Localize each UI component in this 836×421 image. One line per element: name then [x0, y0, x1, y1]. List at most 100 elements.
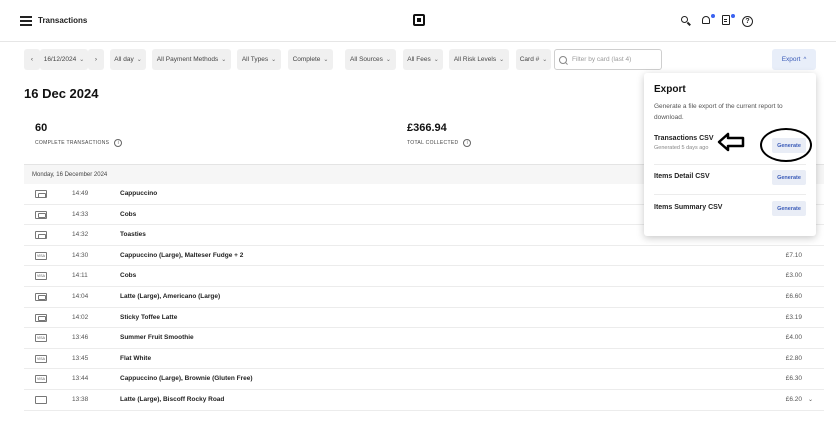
chevron-down-icon: ⌄ [136, 57, 142, 63]
chevron-down-icon: ⌄ [542, 57, 548, 63]
transaction-items: Cobs [120, 272, 137, 280]
transaction-time: 14:32 [72, 231, 89, 239]
transaction-items: Cobs [120, 210, 137, 218]
info-icon[interactable]: i [114, 139, 123, 147]
export-button[interactable]: Export ^ [772, 49, 816, 70]
transaction-amount: £6.60 [785, 292, 802, 300]
table-row[interactable]: 14:02 Sticky Toffee Latte £3.19 [24, 308, 824, 329]
chevron-down-icon: ⌄ [221, 57, 227, 63]
contactless-card-icon [35, 210, 47, 219]
transaction-amount: £6.20 [785, 395, 802, 403]
transaction-time: 14:30 [72, 251, 89, 259]
card-filter[interactable]: Card # ⌄ [516, 49, 551, 70]
total-collected-value: £366.94 [407, 122, 447, 134]
table-row[interactable]: VISA 13:45 Flat White £2.80 [24, 349, 824, 370]
transaction-amount: £6.30 [785, 375, 802, 383]
contactless-card-icon [35, 292, 47, 301]
transaction-time: 13:44 [72, 375, 89, 383]
chevron-up-icon: ^ [803, 56, 807, 63]
visa-card-icon: VISA [35, 334, 47, 343]
chevron-down-icon: ⌄ [323, 57, 329, 63]
contactless-card-icon [35, 190, 47, 198]
transaction-items: Summer Fruit Smoothie [120, 334, 194, 342]
table-row[interactable]: VISA 14:11 Cobs £3.00 [24, 266, 824, 287]
transaction-items: Cappuccino [120, 190, 158, 197]
transaction-amount: £4.00 [785, 334, 802, 342]
contactless-card-icon [35, 231, 47, 240]
table-row[interactable]: VISA 13:46 Summer Fruit Smoothie £4.00 [24, 328, 824, 349]
visa-card-icon: VISA [35, 251, 47, 260]
prev-day-button[interactable]: ‹ [24, 49, 40, 70]
table-row[interactable]: VISA 13:44 Cappuccino (Large), Brownie (Gl… [24, 369, 824, 390]
transaction-time: 14:33 [72, 210, 89, 218]
export-panel-description: Generate a file export of the current re… [654, 103, 783, 121]
transaction-time: 13:38 [72, 395, 89, 403]
fee-filter[interactable]: All Fees ⌄ [403, 49, 443, 70]
annotation-circle [760, 128, 812, 162]
transaction-time: 13:46 [72, 334, 89, 342]
chevron-down-icon: ⌄ [433, 57, 439, 63]
clipboard-icon[interactable] [720, 14, 735, 28]
help-icon[interactable]: ? [742, 16, 753, 27]
notification-dot [731, 14, 735, 18]
date-picker[interactable]: 16/12/2024 ⌄ [40, 49, 88, 70]
transaction-items: Latte (Large), Americano (Large) [120, 292, 221, 300]
annotation-arrow-icon [717, 132, 745, 152]
risk-level-filter[interactable]: All Risk Levels ⌄ [449, 49, 509, 70]
divider [654, 164, 806, 165]
filter-bar: ‹ 16/12/2024 ⌄ › All day ⌄ All Payment Met… [0, 48, 836, 74]
transaction-items: Toasties [120, 231, 146, 239]
total-collected-label: TOTAL COLLECTED i [407, 139, 472, 147]
square-logo-icon[interactable] [413, 14, 425, 26]
transaction-items: Latte (Large), Biscoff Rocky Road [120, 395, 225, 403]
next-day-button[interactable]: › [88, 49, 104, 70]
transaction-items: Cappuccino (Large), Brownie (Gluten Free… [120, 375, 253, 383]
transaction-items: Sticky Toffee Latte [120, 313, 178, 321]
info-icon[interactable]: i [463, 139, 472, 147]
source-filter[interactable]: All Sources ⌄ [345, 49, 396, 70]
generate-items-detail-csv-button[interactable]: Generate [772, 170, 806, 185]
transaction-time: 14:49 [72, 190, 89, 197]
transaction-items: Cappuccino (Large), Malteser Fudge + 2 [120, 251, 244, 259]
transaction-amount: £3.00 [785, 272, 802, 280]
visa-card-icon: VISA [35, 375, 47, 384]
time-filter[interactable]: All day ⌄ [110, 49, 146, 70]
visa-card-icon: VISA [35, 354, 47, 363]
transaction-time: 14:11 [72, 272, 88, 280]
visa-card-icon: VISA [35, 272, 47, 281]
complete-transactions-label: COMPLETE TRANSACTIONS i [35, 139, 123, 147]
transaction-amount: £2.80 [785, 354, 802, 362]
transaction-time: 14:02 [72, 313, 89, 321]
scroll-down-icon[interactable]: ⌄ [808, 396, 813, 403]
search-icon[interactable] [679, 14, 693, 28]
status-filter[interactable]: Complete ⌄ [288, 49, 333, 70]
type-filter[interactable]: All Types ⌄ [237, 49, 281, 70]
chevron-right-icon: › [94, 56, 98, 63]
transaction-time: 14:04 [72, 292, 89, 300]
export-option-items-summary-csv: Items Summary CSV Generate [654, 201, 806, 216]
transaction-amount: £7.10 [785, 251, 802, 259]
table-row[interactable]: 14:04 Latte (Large), Americano (Large) £6.… [24, 287, 824, 308]
transaction-items: Flat White [120, 354, 152, 362]
transaction-amount: £3.19 [785, 313, 802, 321]
bell-icon[interactable] [700, 14, 715, 28]
export-panel-title: Export [654, 84, 686, 95]
chevron-down-icon: ⌄ [499, 57, 505, 63]
chevron-down-icon: ⌄ [385, 57, 391, 63]
table-row[interactable]: 13:38 Latte (Large), Biscoff Rocky Road £6… [24, 390, 824, 411]
top-bar: Transactions ? [0, 0, 836, 42]
chevron-down-icon: ⌄ [79, 57, 85, 63]
payment-method-filter[interactable]: All Payment Methods ⌄ [152, 49, 231, 70]
notification-dot [711, 14, 715, 18]
search-icon [559, 55, 567, 64]
card-card-icon [35, 395, 47, 404]
complete-transactions-count: 60 [35, 122, 48, 134]
menu-icon[interactable] [20, 16, 32, 26]
table-row[interactable]: VISA 14:30 Cappuccino (Large), Malteser Fu… [24, 246, 824, 267]
generate-items-summary-csv-button[interactable]: Generate [772, 201, 806, 216]
card-search-input[interactable]: Filter by card (last 4) [554, 49, 662, 70]
chevron-left-icon: ‹ [30, 56, 34, 63]
chevron-down-icon: ⌄ [271, 57, 277, 63]
date-heading: 16 Dec 2024 [24, 86, 99, 101]
divider [654, 194, 806, 195]
